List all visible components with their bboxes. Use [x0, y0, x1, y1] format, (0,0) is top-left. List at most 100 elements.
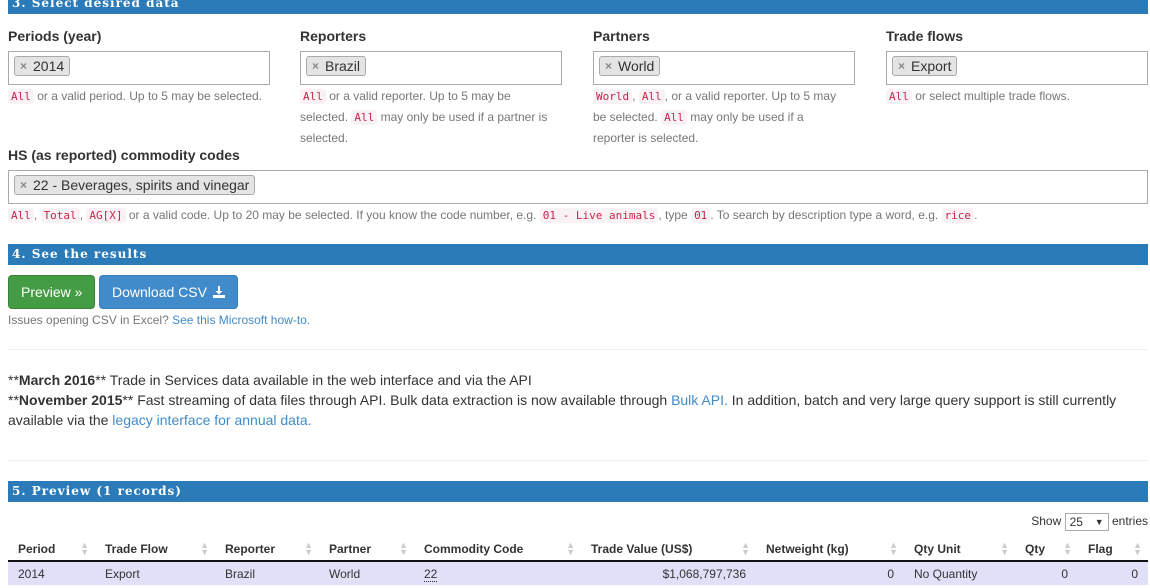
- cell-trade-flow: Export: [95, 560, 215, 585]
- col-header-label: Flag: [1088, 541, 1113, 556]
- periods-chip-label: 2014: [33, 58, 65, 74]
- help-code: All: [8, 208, 34, 223]
- col-header-commodity-code[interactable]: Commodity Code ▲ ▼: [414, 537, 581, 562]
- remove-chip-icon[interactable]: ×: [20, 57, 27, 75]
- col-header-qty[interactable]: Qty ▲ ▼: [1015, 537, 1078, 562]
- remove-chip-icon[interactable]: ×: [312, 57, 319, 75]
- periods-chip: × 2014: [14, 56, 71, 76]
- help-text: or a valid reporter. Up to 5 may be: [329, 89, 511, 103]
- help-text: may only be used if a: [690, 110, 804, 124]
- hs-chip: × 22 - Beverages, spirits and vinegar: [14, 175, 256, 195]
- help-text: , or a valid reporter. Up to 5 may: [664, 89, 837, 103]
- col-header-partner[interactable]: Partner ▲ ▼: [319, 537, 414, 562]
- help-code: rice: [941, 208, 975, 223]
- reporters-chip: × Brazil: [306, 56, 367, 76]
- sort-icon: ▲ ▼: [1133, 540, 1142, 557]
- periods-label: Periods (year): [8, 28, 102, 44]
- help-text: selected.: [300, 131, 349, 145]
- cell-qty: 0: [1015, 560, 1078, 585]
- legacy-interface-link[interactable]: legacy interface for annual data.: [112, 412, 311, 428]
- help-text: or a valid period. Up to 5 may be select…: [37, 89, 263, 103]
- partners-help: World, All, or a valid reporter. Up to 5…: [593, 86, 863, 148]
- sort-icon: ▲ ▼: [566, 540, 575, 557]
- reporters-chip-label: Brazil: [325, 58, 361, 74]
- help-text: .: [974, 208, 978, 222]
- section-3-title: 3. Select desired data: [12, 0, 180, 10]
- hs-select[interactable]: × 22 - Beverages, spirits and vinegar: [8, 170, 1148, 204]
- col-header-label: Period: [18, 541, 56, 556]
- periods-help: All or a valid period. Up to 5 may be se…: [8, 86, 278, 107]
- sort-icon: ▲ ▼: [889, 540, 898, 557]
- download-icon: [212, 277, 225, 309]
- col-header-label: Reporter: [225, 541, 276, 556]
- section-5-header: 5. Preview (1 records): [8, 481, 1148, 502]
- remove-chip-icon[interactable]: ×: [605, 57, 612, 75]
- tradeflows-label: Trade flows: [886, 28, 964, 44]
- col-header-netweight[interactable]: Netweight (kg) ▲ ▼: [756, 537, 904, 562]
- help-text: ,: [632, 89, 636, 103]
- help-text: be selected.: [593, 110, 658, 124]
- bulk-api-link[interactable]: Bulk API.: [671, 392, 728, 408]
- sort-icon: ▲ ▼: [1063, 540, 1072, 557]
- partners-chip-label: World: [618, 58, 655, 74]
- commodity-code-link[interactable]: 22: [424, 566, 438, 582]
- col-header-label: Qty: [1025, 541, 1046, 556]
- hs-label: HS (as reported) commodity codes: [8, 147, 240, 163]
- tradeflows-select[interactable]: × Export: [886, 51, 1148, 85]
- page-size-control: Show 25 ▼ entries: [1031, 513, 1148, 531]
- help-text: ,: [79, 208, 84, 222]
- reporters-select[interactable]: × Brazil: [300, 51, 562, 85]
- entries-label: entries: [1111, 514, 1148, 529]
- tradeflows-chip-label: Export: [911, 58, 952, 74]
- col-header-trade-flow[interactable]: Trade Flow ▲ ▼: [95, 537, 215, 562]
- download-csv-button[interactable]: Download CSV: [99, 275, 238, 309]
- periods-select[interactable]: × 2014: [8, 51, 270, 85]
- news-text: **: [8, 392, 19, 408]
- col-header-label: Netweight (kg): [766, 541, 849, 556]
- col-header-reporter[interactable]: Reporter ▲ ▼: [215, 537, 319, 562]
- col-header-period[interactable]: Period ▲ ▼: [8, 537, 95, 562]
- reporters-label: Reporters: [300, 28, 367, 44]
- news-text: **: [8, 372, 19, 388]
- section-4-title: 4. See the results: [12, 247, 148, 261]
- help-text: may only be used if a partner is: [380, 110, 548, 124]
- partners-label: Partners: [593, 28, 650, 44]
- cell-qty-unit: No Quantity: [904, 560, 1015, 585]
- col-header-trade-value[interactable]: Trade Value (US$) ▲ ▼: [581, 537, 756, 562]
- table-row: 2014 Export Brazil World 22 $1,068,797,7…: [8, 560, 1148, 585]
- remove-chip-icon[interactable]: ×: [20, 176, 27, 194]
- divider: [8, 460, 1148, 461]
- help-code: All: [661, 110, 687, 125]
- help-text: selected.: [300, 110, 349, 124]
- remove-chip-icon[interactable]: ×: [898, 57, 905, 75]
- table-header-row: Period ▲ ▼ Trade Flow ▲ ▼ Reporter ▲ ▼ Partner…: [8, 537, 1148, 562]
- divider: [8, 349, 1148, 350]
- dropdown-arrow-icon: ▼: [1094, 517, 1104, 527]
- help-code: Total: [40, 208, 80, 223]
- help-code: All: [351, 110, 378, 125]
- preview-button[interactable]: Preview »: [8, 275, 96, 309]
- download-csv-label: Download CSV: [112, 284, 207, 300]
- microsoft-howto-link[interactable]: See this Microsoft how-to.: [172, 313, 310, 327]
- cell-reporter: Brazil: [215, 560, 319, 585]
- section-4-header: 4. See the results: [8, 244, 1148, 265]
- section-5-title: 5. Preview (1 records): [12, 484, 182, 498]
- col-header-label: Trade Flow: [105, 541, 168, 556]
- col-header-label: Partner: [329, 541, 372, 556]
- help-text: reporter is selected.: [593, 131, 699, 145]
- cell-netweight: 0: [756, 560, 904, 585]
- col-header-qty-unit[interactable]: Qty Unit ▲ ▼: [904, 537, 1015, 562]
- show-label: Show: [1031, 514, 1062, 529]
- help-code: All: [638, 89, 665, 104]
- sort-icon: ▲ ▼: [399, 540, 408, 557]
- page-size-select[interactable]: 25 ▼: [1064, 513, 1109, 531]
- cell-commodity-code: 22: [414, 560, 581, 585]
- col-header-label: Commodity Code: [424, 541, 524, 556]
- sort-icon: ▲ ▼: [1000, 540, 1009, 557]
- help-code: 01: [691, 208, 711, 223]
- sort-icon: ▲ ▼: [304, 540, 313, 557]
- help-text: ,: [33, 208, 38, 222]
- col-header-flag[interactable]: Flag ▲ ▼: [1078, 537, 1148, 562]
- partners-select[interactable]: × World: [593, 51, 855, 85]
- news-item-march-2016: **March 2016** Trade in Services data av…: [8, 370, 1148, 390]
